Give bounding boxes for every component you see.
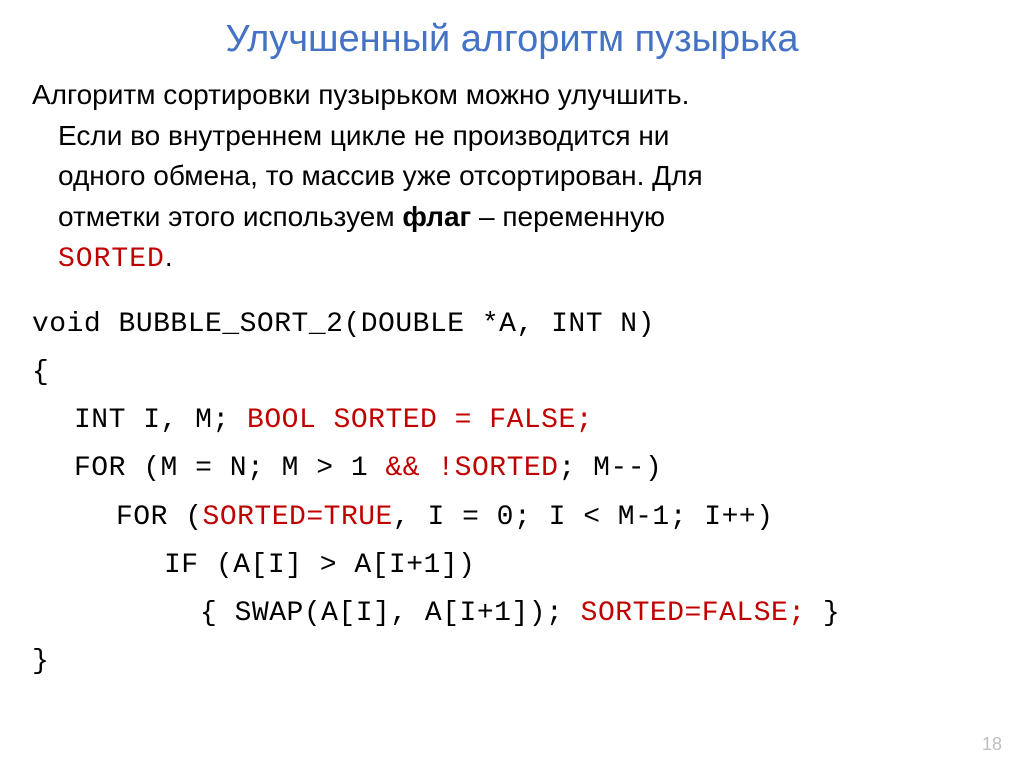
description-text: Алгоритм сортировки пузырьком можно улуч…	[30, 75, 994, 281]
code-block: void BUBBLE_SORT_2(DOUBLE *A, INT N) { I…	[30, 301, 994, 686]
code-line-7: { SWAP(A[I], A[I+1]); SORTED=FALSE; }	[32, 590, 994, 638]
code-line-1: void BUBBLE_SORT_2(DOUBLE *A, INT N)	[32, 301, 994, 349]
desc-line2c: отметки этого используем флаг – переменн…	[32, 197, 994, 238]
code-line-8: }	[32, 638, 994, 686]
code-l7a: { SWAP(A[I], A[I+1]);	[200, 598, 581, 629]
slide-title: Улучшенный алгоритм пузырька	[30, 18, 994, 61]
desc-line2a: Если во внутреннем цикле не производится…	[32, 116, 994, 157]
code-l4c: ; M--)	[558, 453, 662, 484]
code-l5a: FOR (	[116, 502, 203, 533]
desc-suffix: – переменную	[471, 201, 665, 232]
flag-word: флаг	[402, 201, 471, 232]
code-line-6: IF (A[I] > A[I+1])	[32, 542, 994, 590]
code-l7c: }	[806, 598, 841, 629]
code-l7b: SORTED=FALSE;	[581, 598, 806, 629]
code-l5b: SORTED=TRUE	[203, 502, 393, 533]
code-line-5: FOR (SORTED=TRUE, I = 0; I < M-1; I++)	[32, 494, 994, 542]
desc-line2b: одного обмена, то массив уже отсортирова…	[32, 156, 994, 197]
page-number: 18	[982, 734, 1002, 755]
desc-sorted-line: SORTED.	[32, 237, 994, 281]
code-line-4: FOR (M = N; M > 1 && !SORTED; M--)	[32, 445, 994, 493]
code-l4a: FOR (M = N; M > 1	[74, 453, 385, 484]
desc-line1: Алгоритм сортировки пузырьком можно улуч…	[32, 79, 689, 110]
code-l5c: , I = 0; I < M-1; I++)	[393, 502, 774, 533]
desc-prefix: отметки этого используем	[58, 201, 402, 232]
desc-period: .	[165, 241, 173, 272]
code-l3a: INT I, M;	[74, 405, 247, 436]
code-line-3: INT I, M; BOOL SORTED = FALSE;	[32, 397, 994, 445]
sorted-keyword: SORTED	[58, 244, 165, 275]
code-l3b: BOOL SORTED = FALSE;	[247, 405, 593, 436]
code-l4b: && !SORTED	[385, 453, 558, 484]
code-line-2: {	[32, 349, 994, 397]
